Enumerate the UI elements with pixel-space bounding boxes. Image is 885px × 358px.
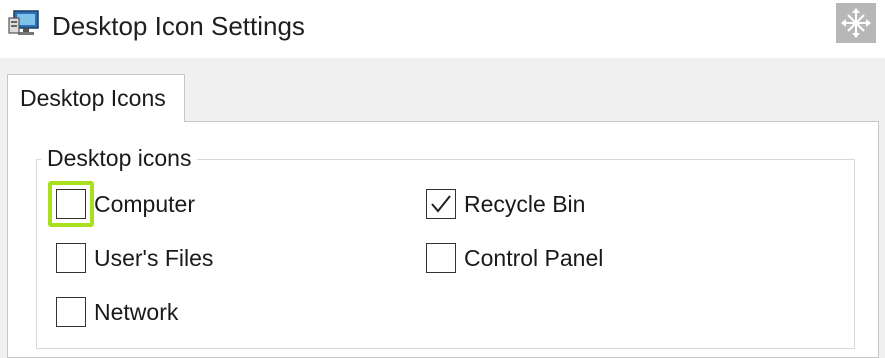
checkbox-network[interactable]: Network <box>56 297 206 329</box>
checkbox-control-panel[interactable]: Control Panel <box>426 243 626 275</box>
checkbox-label: Recycle Bin <box>464 191 586 217</box>
checkbox-label: User's Files <box>94 245 214 271</box>
checkbox-computer[interactable]: Computer <box>48 181 226 227</box>
groupbox-legend: Desktop icons <box>41 144 198 172</box>
dialog-body: Desktop Icons Desktop icons Computer Use… <box>0 58 885 358</box>
title-bar[interactable]: Desktop Icon Settings <box>0 0 885 58</box>
checkbox-box[interactable] <box>426 189 456 219</box>
checkbox-label: Computer <box>94 191 195 217</box>
checkbox-recycle-bin[interactable]: Recycle Bin <box>426 189 616 221</box>
tab-label: Desktop Icons <box>20 85 166 111</box>
checkbox-box[interactable] <box>56 297 86 327</box>
tab-page: Desktop icons Computer User's Files Netw… <box>7 121 879 358</box>
checkbox-label: Network <box>94 299 179 325</box>
move-window-button[interactable] <box>836 3 876 43</box>
window-title: Desktop Icon Settings <box>52 11 305 41</box>
checkbox-box[interactable] <box>56 243 86 273</box>
checkmark-icon <box>431 195 451 213</box>
checkbox-users-files[interactable]: User's Files <box>56 243 246 275</box>
checkbox-box[interactable] <box>56 189 86 219</box>
desktop-icon-settings-window: Desktop Icon Settings Desktop Icons Desk… <box>0 0 885 358</box>
checkbox-label: Control Panel <box>464 245 604 271</box>
desktop-monitor-icon <box>8 9 42 39</box>
tab-desktop-icons[interactable]: Desktop Icons <box>7 74 185 122</box>
checkbox-box[interactable] <box>426 243 456 273</box>
